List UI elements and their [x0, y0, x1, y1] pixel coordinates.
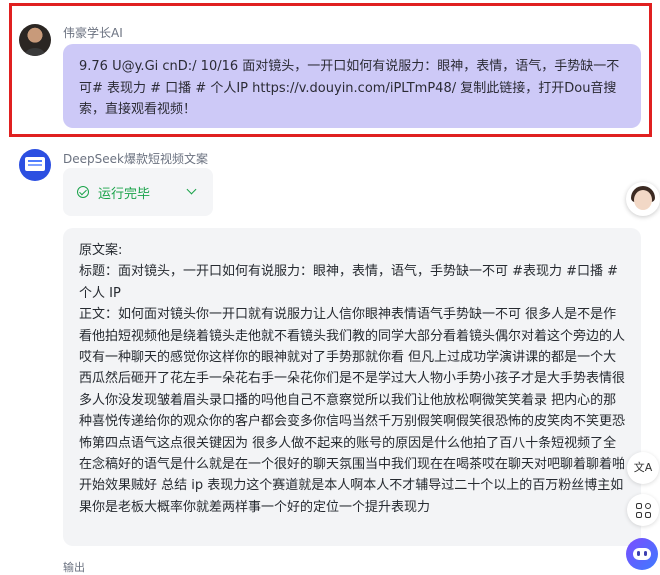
- user-avatar[interactable]: [19, 24, 51, 56]
- apps-grid-icon: [635, 502, 651, 518]
- bot-avatar[interactable]: [19, 149, 51, 181]
- bot-message-bubble: 原文案: 标题：面对镜头，一开口如何有说服力：眼神，表情，语气，手势缺一不可 #…: [63, 228, 641, 546]
- translate-button[interactable]: 文A: [627, 452, 659, 484]
- apps-button[interactable]: [627, 494, 659, 526]
- bot-name: DeepSeek爆款短视频文案: [63, 152, 208, 166]
- translate-icon: 文A: [633, 461, 653, 474]
- copy-heading: 原文案:: [79, 243, 123, 258]
- next-message-peek: 输出: [63, 561, 85, 574]
- copy-body: 正文：如何面对镜头你一开口就有说服力让人信你眼神表情语气手势缺一不可 很多人是不…: [79, 307, 626, 515]
- bot-face-icon: [633, 548, 651, 560]
- assistant-avatar-float[interactable]: [626, 182, 660, 216]
- user-message-bubble: 9.76 U@y.Gi cnD:/ 10/16 面对镜头，一开口如何有说服力：眼…: [63, 44, 641, 128]
- chevron-down-icon[interactable]: [186, 184, 197, 195]
- bot-assistant-button[interactable]: [626, 538, 658, 570]
- copy-title: 标题：面对镜头，一开口如何有说服力：眼神，表情，语气，手势缺一不可 #表现力 #…: [79, 264, 619, 301]
- user-name: 伟豪学长AI: [63, 26, 123, 40]
- run-status-text: 运行完毕: [98, 186, 151, 202]
- run-status-toggle[interactable]: 运行完毕: [63, 168, 213, 216]
- check-circle-icon: [77, 186, 89, 198]
